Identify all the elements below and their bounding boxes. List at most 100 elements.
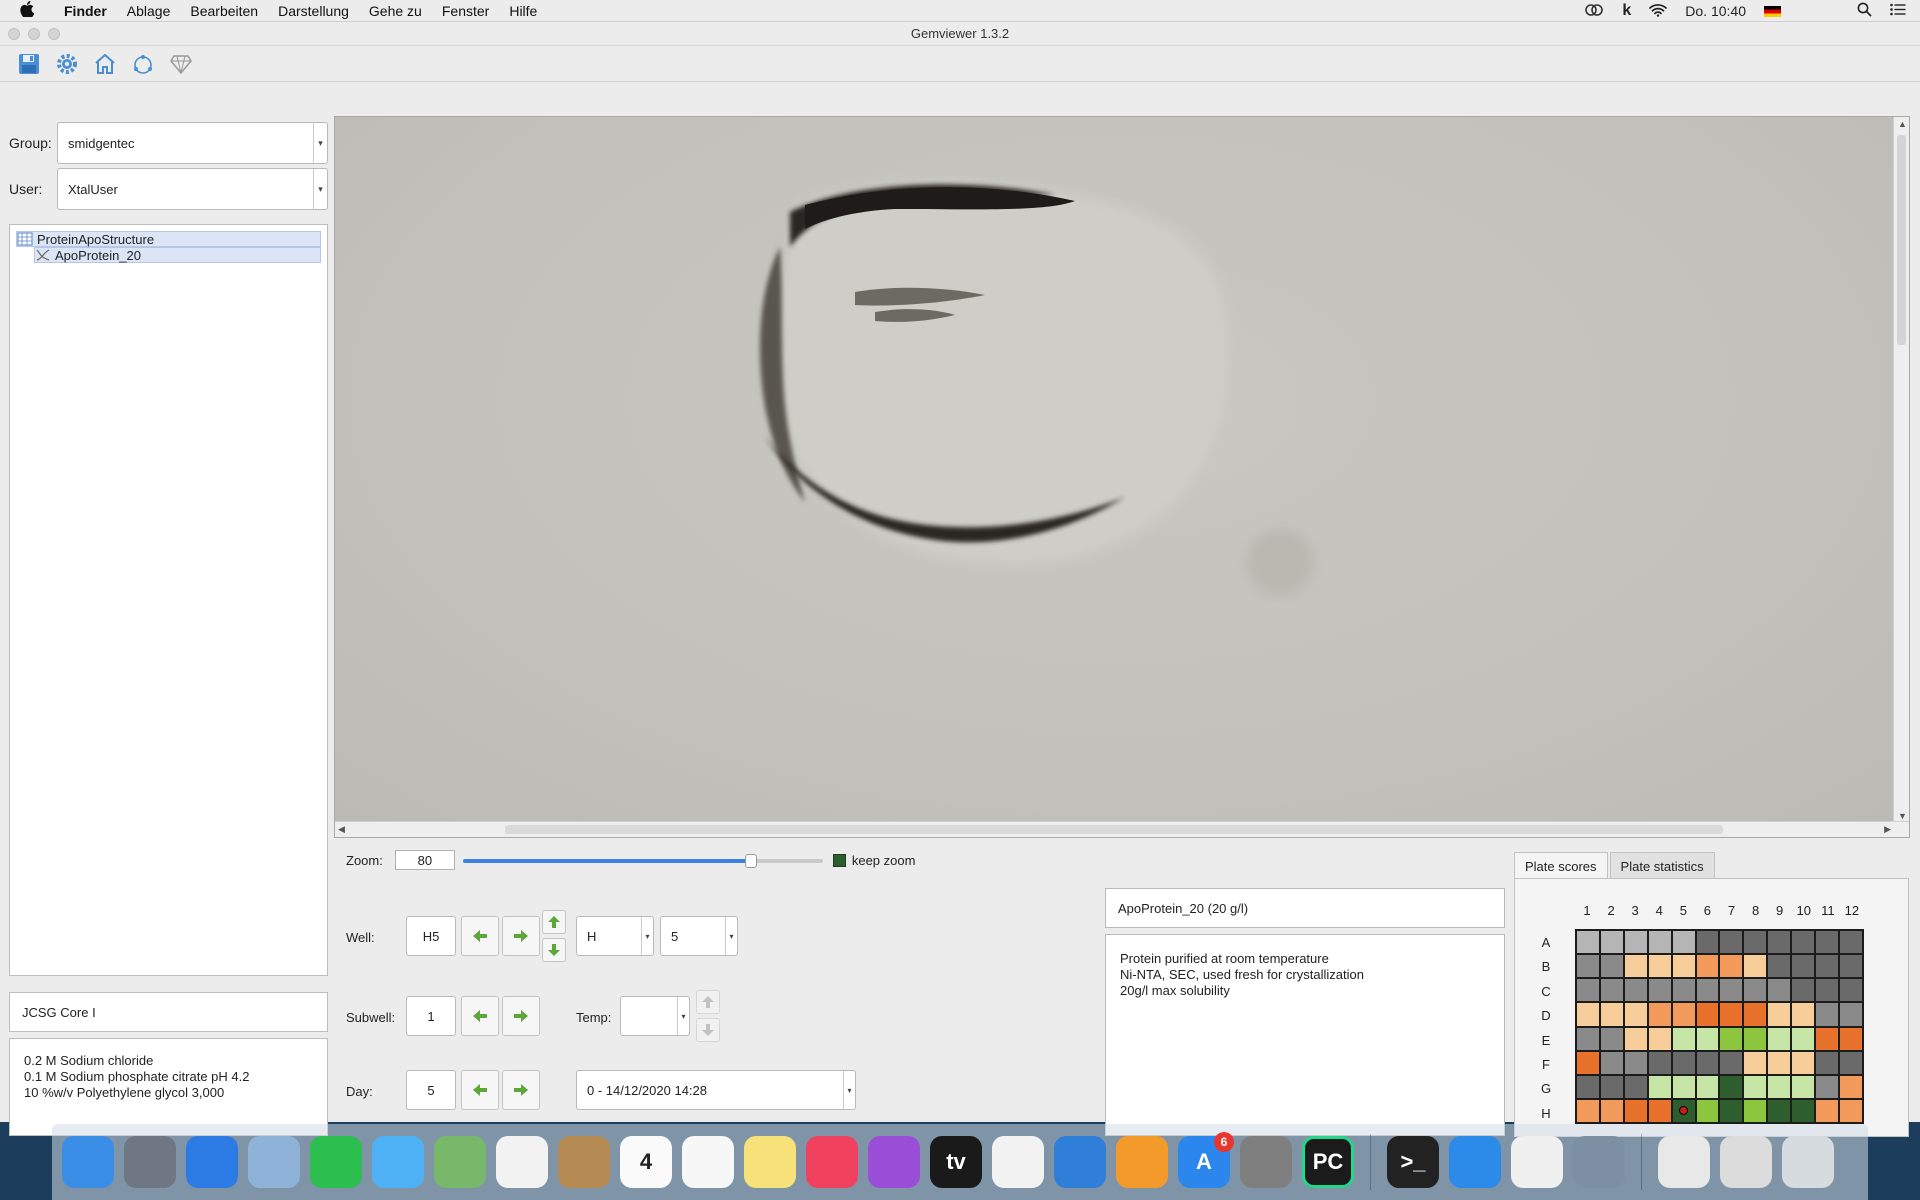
- temp-down-button[interactable]: [696, 1018, 720, 1042]
- horizontal-scrollbar[interactable]: ◀ ▶: [335, 821, 1909, 837]
- refresh-button[interactable]: [128, 49, 158, 79]
- plate-well-E2[interactable]: [1600, 1027, 1623, 1050]
- clock[interactable]: Do. 10:40: [1685, 3, 1746, 19]
- plate-well-F2[interactable]: [1600, 1051, 1623, 1074]
- plate-well-C5[interactable]: [1672, 979, 1695, 1002]
- plate-well-G12[interactable]: [1840, 1075, 1862, 1098]
- plate-well-D4[interactable]: [1648, 1003, 1671, 1026]
- menu-ablage[interactable]: Ablage: [117, 3, 181, 19]
- menu-bearbeiten[interactable]: Bearbeiten: [180, 3, 268, 19]
- plate-well-G10[interactable]: [1792, 1075, 1815, 1098]
- subwell-prev-button[interactable]: [461, 996, 499, 1036]
- zoom-input[interactable]: 80: [394, 850, 455, 870]
- plate-well-E4[interactable]: [1648, 1027, 1671, 1050]
- temp-select[interactable]: ▾: [620, 996, 690, 1036]
- menu-gehe-zu[interactable]: Gehe zu: [359, 3, 432, 19]
- zoom-slider[interactable]: [462, 850, 823, 870]
- plate-well-A11[interactable]: [1816, 931, 1839, 954]
- plate-well-D9[interactable]: [1768, 1003, 1791, 1026]
- scroll-up-icon[interactable]: ▲: [1898, 119, 1907, 129]
- notification-center-icon[interactable]: [1890, 3, 1906, 19]
- temp-up-button[interactable]: [696, 990, 720, 1014]
- home-button[interactable]: [90, 49, 120, 79]
- facetime-icon[interactable]: [310, 1136, 362, 1188]
- plate-well-B8[interactable]: [1744, 955, 1767, 978]
- plate-well-C8[interactable]: [1744, 979, 1767, 1002]
- plate-well-C4[interactable]: [1648, 979, 1671, 1002]
- day-prev-button[interactable]: [461, 1070, 499, 1110]
- german-flag-icon[interactable]: [1764, 5, 1781, 17]
- plate-well-C12[interactable]: [1840, 979, 1862, 1002]
- plate-well-H7[interactable]: [1720, 1099, 1743, 1122]
- plate-well-A8[interactable]: [1744, 931, 1767, 954]
- podcasts-icon[interactable]: [868, 1136, 920, 1188]
- textedit-icon[interactable]: [1511, 1136, 1563, 1188]
- plate-well-H5[interactable]: [1672, 1099, 1695, 1122]
- keynote-icon[interactable]: [1054, 1136, 1106, 1188]
- notes-icon[interactable]: [744, 1136, 796, 1188]
- photos-icon[interactable]: [496, 1136, 548, 1188]
- zoom-slider-handle[interactable]: [744, 854, 757, 868]
- plate-well-D11[interactable]: [1816, 1003, 1839, 1026]
- plate-grid[interactable]: [1575, 929, 1864, 1124]
- plate-well-D7[interactable]: [1720, 1003, 1743, 1026]
- mail-icon[interactable]: [248, 1136, 300, 1188]
- well-row-select[interactable]: H ▾: [576, 916, 654, 956]
- k-status-icon[interactable]: k: [1622, 2, 1631, 20]
- settings-button[interactable]: [52, 49, 82, 79]
- plate-well-H8[interactable]: [1744, 1099, 1767, 1122]
- plate-well-E9[interactable]: [1768, 1027, 1791, 1050]
- well-down-button[interactable]: [542, 938, 566, 962]
- plate-well-G8[interactable]: [1744, 1075, 1767, 1098]
- plate-well-B4[interactable]: [1648, 955, 1671, 978]
- reminders-icon[interactable]: [682, 1136, 734, 1188]
- plate-well-A2[interactable]: [1600, 931, 1623, 954]
- plate-well-G11[interactable]: [1816, 1075, 1839, 1098]
- plate-well-E3[interactable]: [1624, 1027, 1647, 1050]
- plate-well-C1[interactable]: [1577, 979, 1599, 1002]
- plate-well-D10[interactable]: [1792, 1003, 1815, 1026]
- plate-well-A4[interactable]: [1648, 931, 1671, 954]
- plate-well-H3[interactable]: [1624, 1099, 1647, 1122]
- tree-item-root[interactable]: ProteinApoStructure: [16, 231, 321, 247]
- plate-well-H1[interactable]: [1577, 1099, 1599, 1122]
- pycharm-icon[interactable]: PC: [1302, 1136, 1354, 1188]
- plate-well-B7[interactable]: [1720, 955, 1743, 978]
- well-input[interactable]: H5: [406, 916, 456, 956]
- plate-well-F9[interactable]: [1768, 1051, 1791, 1074]
- plate-well-B11[interactable]: [1816, 955, 1839, 978]
- plate-well-F4[interactable]: [1648, 1051, 1671, 1074]
- plate-well-E11[interactable]: [1816, 1027, 1839, 1050]
- plate-well-C9[interactable]: [1768, 979, 1791, 1002]
- save-button[interactable]: [14, 49, 44, 79]
- image-viewer[interactable]: ▲ ▼ ◀ ▶: [334, 116, 1910, 838]
- menu-finder[interactable]: Finder: [54, 3, 117, 19]
- plate-well-F3[interactable]: [1624, 1051, 1647, 1074]
- plate-well-B9[interactable]: [1768, 955, 1791, 978]
- launchpad-icon[interactable]: [124, 1136, 176, 1188]
- plate-well-B2[interactable]: [1600, 955, 1623, 978]
- plate-well-D3[interactable]: [1624, 1003, 1647, 1026]
- messages-icon[interactable]: [372, 1136, 424, 1188]
- plate-well-A3[interactable]: [1624, 931, 1647, 954]
- plate-well-H10[interactable]: [1792, 1099, 1815, 1122]
- system-preferences-icon[interactable]: [1240, 1136, 1292, 1188]
- plate-well-F11[interactable]: [1816, 1051, 1839, 1074]
- safari-icon[interactable]: [186, 1136, 238, 1188]
- plate-well-C3[interactable]: [1624, 979, 1647, 1002]
- wifi-icon[interactable]: [1649, 3, 1668, 20]
- plate-well-C10[interactable]: [1792, 979, 1815, 1002]
- plate-well-D12[interactable]: [1840, 1003, 1862, 1026]
- well-prev-button[interactable]: [461, 916, 499, 956]
- plate-well-B6[interactable]: [1696, 955, 1719, 978]
- plate-well-D5[interactable]: [1672, 1003, 1695, 1026]
- plate-well-A5[interactable]: [1672, 931, 1695, 954]
- timepoint-select[interactable]: 0 - 14/12/2020 14:28 ▾: [576, 1070, 856, 1110]
- plate-well-B12[interactable]: [1840, 955, 1862, 978]
- horizontal-scroll-thumb[interactable]: [505, 825, 1723, 834]
- zoom-window-button[interactable]: [48, 28, 60, 40]
- plate-well-E7[interactable]: [1720, 1027, 1743, 1050]
- vertical-scrollbar[interactable]: ▲ ▼: [1893, 117, 1909, 823]
- plate-well-G2[interactable]: [1600, 1075, 1623, 1098]
- calendar-icon[interactable]: 4: [620, 1136, 672, 1188]
